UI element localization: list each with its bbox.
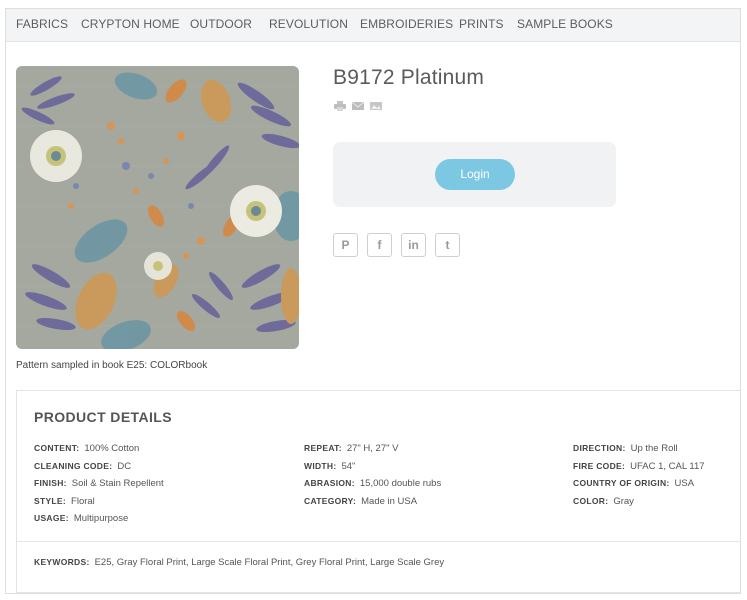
details-column-1: CONTENT: 100% Cotton CLEANING CODE: DC FIN… [34, 440, 164, 528]
detail-usage: USAGE: Multipurpose [34, 513, 129, 524]
page-frame: FABRICS CRYPTON HOME OUTDOOR REVOLUTION … [5, 8, 741, 594]
nav-item-prints[interactable]: PRINTS [459, 17, 504, 31]
facebook-icon[interactable]: f [367, 233, 392, 257]
detail-width: WIDTH: 54" [304, 460, 356, 472]
login-button[interactable]: Login [435, 159, 515, 190]
nav-item-sample-books[interactable]: SAMPLE BOOKS [517, 17, 613, 31]
keywords-text: E25, Gray Floral Print, Large Scale Flor… [94, 557, 445, 568]
product-title: B9172 Platinum [333, 66, 485, 89]
image-icon[interactable] [370, 101, 382, 111]
email-icon[interactable] [352, 101, 364, 111]
detail-category: CATEGORY: Made in USA [304, 495, 418, 507]
detail-abrasion: ABRASION: 15,000 double rubs [304, 478, 442, 489]
nav-item-crypton-home[interactable]: CRYPTON HOME [81, 17, 180, 31]
sample-book-caption: Pattern sampled in book E25: COLORbook [16, 360, 208, 371]
detail-color: COLOR: Gray [573, 495, 634, 507]
keywords-row: KEYWORDS: E25, Gray Floral Print, Large S… [34, 557, 445, 568]
detail-finish: FINISH: Soil & Stain Repellent [34, 478, 164, 489]
detail-cleaning-code: CLEANING CODE: DC [34, 460, 132, 472]
product-details-heading: PRODUCT DETAILS [34, 409, 172, 425]
nav-item-embroideries[interactable]: EMBROIDERIES [360, 17, 453, 31]
social-share-bar: P f in t [333, 233, 460, 257]
floral-pattern-graphic [16, 66, 299, 349]
product-tools [334, 101, 382, 111]
detail-direction: DIRECTION: Up the Roll [573, 443, 678, 454]
details-column-3: DIRECTION: Up the Roll FIRE CODE: UFAC 1, … [573, 440, 705, 510]
twitter-icon[interactable]: t [435, 233, 460, 257]
pinterest-icon[interactable]: P [333, 233, 358, 257]
linkedin-icon[interactable]: in [401, 233, 426, 257]
nav-item-outdoor[interactable]: OUTDOOR [190, 17, 252, 31]
detail-country-of-origin: COUNTRY OF ORIGIN: USA [573, 478, 695, 489]
detail-fire-code: FIRE CODE: UFAC 1, CAL 117 [573, 460, 705, 472]
details-column-2: REPEAT: 27" H, 27" V WIDTH: 54" ABRASION: 1… [304, 440, 441, 510]
nav-item-fabrics[interactable]: FABRICS [16, 17, 68, 31]
product-details-panel: PRODUCT DETAILS CONTENT: 100% Cotton CLEA… [16, 390, 741, 593]
details-divider [17, 541, 741, 542]
detail-repeat: REPEAT: 27" H, 27" V [304, 443, 399, 454]
detail-content: CONTENT: 100% Cotton [34, 443, 140, 454]
top-nav: FABRICS CRYPTON HOME OUTDOOR REVOLUTION … [6, 9, 740, 42]
print-icon[interactable] [334, 101, 346, 111]
fabric-swatch-image[interactable] [16, 66, 299, 349]
detail-style: STYLE: Floral [34, 495, 95, 507]
login-panel: Login [333, 142, 616, 207]
nav-item-revolution[interactable]: REVOLUTION [269, 17, 348, 31]
